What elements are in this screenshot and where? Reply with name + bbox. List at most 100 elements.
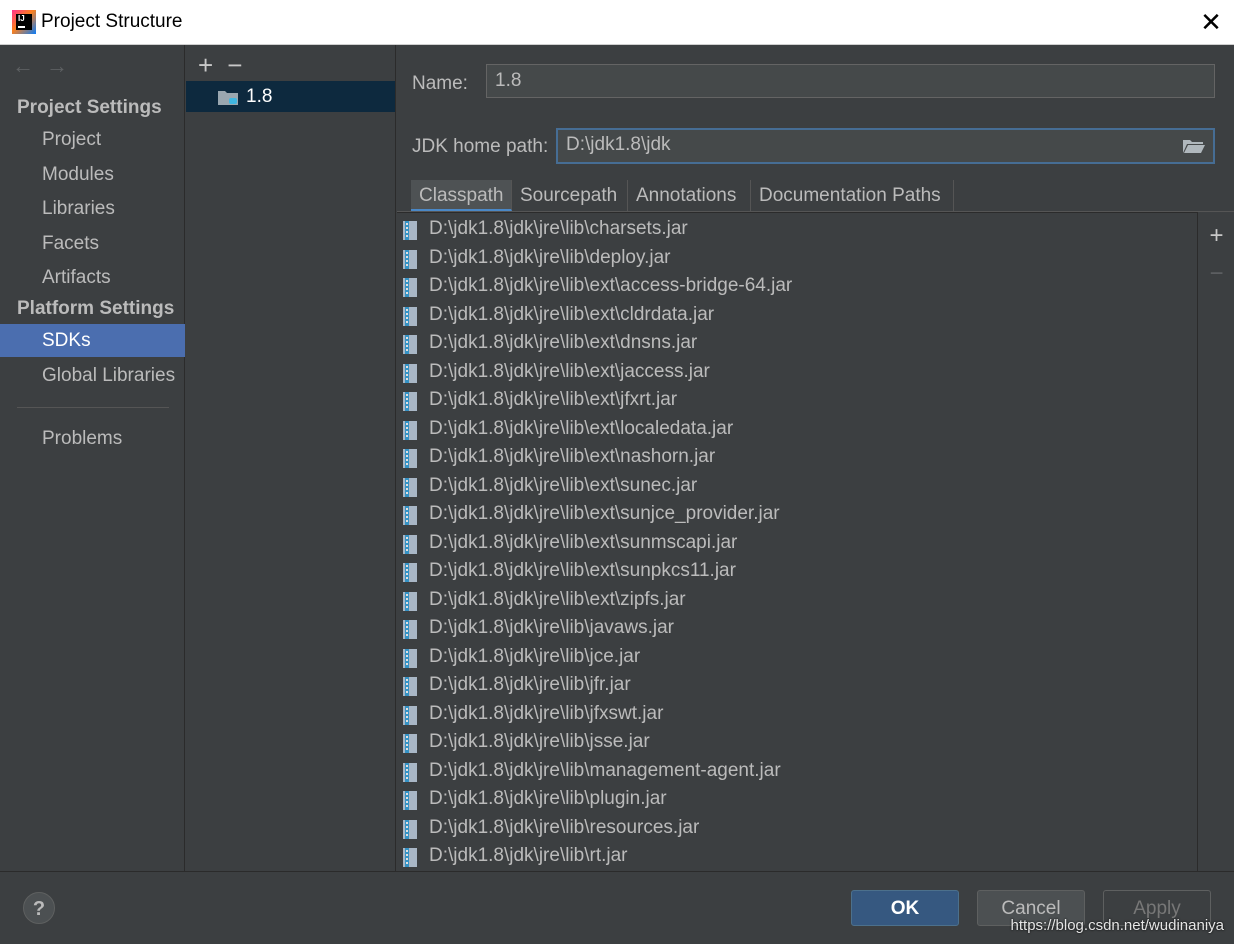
browse-folder-icon[interactable] [1183, 139, 1205, 153]
jar-archive-icon [403, 221, 417, 240]
sdk-list-item[interactable]: 1.8 [186, 81, 395, 112]
jar-archive-icon [403, 506, 417, 525]
classpath-row[interactable]: D:\jdk1.8\jdk\jre\lib\javaws.jar [397, 615, 1187, 643]
classpath-side-toolbar: + − [1197, 212, 1234, 871]
classpath-entry-text: D:\jdk1.8\jdk\jre\lib\ext\localedata.jar [429, 418, 734, 439]
dialog-button-bar: ? OK Cancel Apply https://blog.csdn.net/… [0, 871, 1234, 944]
classpath-list[interactable]: D:\jdk1.8\jdk\jre\lib\charsets.jar D:\jdk… [397, 212, 1197, 872]
classpath-row[interactable]: D:\jdk1.8\jdk\jre\lib\ext\localedata.jar [397, 416, 1187, 444]
classpath-row[interactable]: D:\jdk1.8\jdk\jre\lib\charsets.jar [397, 216, 1187, 244]
classpath-entry-text: D:\jdk1.8\jdk\jre\lib\ext\sunec.jar [429, 475, 698, 496]
classpath-row[interactable]: D:\jdk1.8\jdk\jre\lib\jfr.jar [397, 672, 1187, 700]
classpath-entry-text: D:\jdk1.8\jdk\jre\lib\ext\access-bridge-… [429, 275, 793, 296]
classpath-entry-text: D:\jdk1.8\jdk\jre\lib\ext\dnsns.jar [429, 332, 698, 353]
classpath-row[interactable]: D:\jdk1.8\jdk\jre\lib\plugin.jar [397, 786, 1187, 814]
classpath-entry-text: D:\jdk1.8\jdk\jre\lib\management-agent.j… [429, 760, 781, 781]
jar-archive-icon [403, 791, 417, 810]
classpath-entry-text: D:\jdk1.8\jdk\jre\lib\charsets.jar [429, 218, 688, 239]
jar-archive-icon [403, 307, 417, 326]
tab-classpath[interactable]: Classpath [411, 180, 512, 211]
classpath-row[interactable]: D:\jdk1.8\jdk\jre\lib\ext\cldrdata.jar [397, 302, 1187, 330]
classpath-row[interactable]: D:\jdk1.8\jdk\jre\lib\jsse.jar [397, 729, 1187, 757]
classpath-entry-text: D:\jdk1.8\jdk\jre\lib\jfxswt.jar [429, 703, 664, 724]
jar-archive-icon [403, 278, 417, 297]
history-arrows: ← → [12, 53, 80, 79]
classpath-entry-text: D:\jdk1.8\jdk\jre\lib\javaws.jar [429, 617, 674, 638]
nav-divider [17, 407, 169, 408]
watermark-url: https://blog.csdn.net/wudinaniya [1010, 917, 1224, 934]
jar-archive-icon [403, 620, 417, 639]
nav-item-global-libraries[interactable]: Global Libraries [0, 359, 185, 392]
classpath-row[interactable]: D:\jdk1.8\jdk\jre\lib\jfxswt.jar [397, 701, 1187, 729]
title-bar: IJ Project Structure ✕ [0, 0, 1234, 45]
classpath-row[interactable]: D:\jdk1.8\jdk\jre\lib\rt.jar [397, 843, 1187, 871]
sdk-toolbar: + − [198, 50, 256, 81]
classpath-entry-text: D:\jdk1.8\jdk\jre\lib\jsse.jar [429, 731, 650, 752]
jar-archive-icon [403, 677, 417, 696]
classpath-entry-text: D:\jdk1.8\jdk\jre\lib\ext\sunjce_provide… [429, 503, 780, 524]
add-path-button[interactable]: + [1198, 222, 1234, 250]
close-button[interactable]: ✕ [1188, 0, 1234, 44]
jdk-folder-icon [218, 91, 238, 105]
nav-item-sdks[interactable]: SDKs [0, 324, 185, 357]
jar-archive-icon [403, 763, 417, 782]
nav-item-problems[interactable]: Problems [0, 422, 185, 455]
add-sdk-button[interactable]: + [198, 50, 213, 80]
sdk-list-panel: + − 1.8 [186, 45, 396, 871]
jar-archive-icon [403, 364, 417, 383]
jar-archive-icon [403, 478, 417, 497]
classpath-entry-text: D:\jdk1.8\jdk\jre\lib\plugin.jar [429, 788, 667, 809]
jar-archive-icon [403, 421, 417, 440]
remove-sdk-button[interactable]: − [227, 50, 242, 80]
jar-archive-icon [403, 734, 417, 753]
classpath-row[interactable]: D:\jdk1.8\jdk\jre\lib\jce.jar [397, 644, 1187, 672]
nav-item-facets[interactable]: Facets [0, 227, 185, 260]
jdk-home-path-label: JDK home path: [412, 136, 549, 157]
classpath-row[interactable]: D:\jdk1.8\jdk\jre\lib\ext\access-bridge-… [397, 273, 1187, 301]
classpath-row[interactable]: D:\jdk1.8\jdk\jre\lib\ext\jaccess.jar [397, 359, 1187, 387]
classpath-row[interactable]: D:\jdk1.8\jdk\jre\lib\ext\nashorn.jar [397, 444, 1187, 472]
classpath-entry-text: D:\jdk1.8\jdk\jre\lib\ext\nashorn.jar [429, 446, 716, 467]
jar-archive-icon [403, 592, 417, 611]
jdk-home-path-value: D:\jdk1.8\jdk [566, 134, 671, 155]
jar-archive-icon [403, 449, 417, 468]
nav-item-modules[interactable]: Modules [0, 158, 185, 191]
name-label: Name: [412, 73, 468, 94]
jar-archive-icon [403, 820, 417, 839]
tab-sourcepath[interactable]: Sourcepath [512, 180, 628, 211]
jdk-home-path-field[interactable]: D:\jdk1.8\jdk [556, 128, 1215, 164]
classpath-row[interactable]: D:\jdk1.8\jdk\jre\lib\ext\zipfs.jar [397, 587, 1187, 615]
jar-archive-icon [403, 848, 417, 867]
classpath-entry-text: D:\jdk1.8\jdk\jre\lib\ext\jaccess.jar [429, 361, 710, 382]
platform-settings-header: Platform Settings [17, 298, 175, 319]
help-button[interactable]: ? [23, 892, 55, 924]
classpath-entry-text: D:\jdk1.8\jdk\jre\lib\rt.jar [429, 845, 628, 866]
classpath-row[interactable]: D:\jdk1.8\jdk\jre\lib\ext\sunjce_provide… [397, 501, 1187, 529]
classpath-row[interactable]: D:\jdk1.8\jdk\jre\lib\ext\dnsns.jar [397, 330, 1187, 358]
ok-button[interactable]: OK [851, 890, 959, 926]
classpath-entry-text: D:\jdk1.8\jdk\jre\lib\jfr.jar [429, 674, 631, 695]
nav-item-artifacts[interactable]: Artifacts [0, 261, 185, 294]
classpath-row[interactable]: D:\jdk1.8\jdk\jre\lib\ext\sunmscapi.jar [397, 530, 1187, 558]
classpath-row[interactable]: D:\jdk1.8\jdk\jre\lib\ext\jfxrt.jar [397, 387, 1187, 415]
classpath-row[interactable]: D:\jdk1.8\jdk\jre\lib\ext\sunec.jar [397, 473, 1187, 501]
classpath-entry-text: D:\jdk1.8\jdk\jre\lib\ext\sunpkcs11.jar [429, 560, 736, 581]
remove-path-button[interactable]: − [1198, 260, 1234, 288]
classpath-entry-text: D:\jdk1.8\jdk\jre\lib\ext\jfxrt.jar [429, 389, 678, 410]
window-title: Project Structure [41, 11, 183, 32]
jar-archive-icon [403, 563, 417, 582]
classpath-row[interactable]: D:\jdk1.8\jdk\jre\lib\ext\sunpkcs11.jar [397, 558, 1187, 586]
jar-archive-icon [403, 250, 417, 269]
tab-annotations[interactable]: Annotations [628, 180, 751, 211]
tab-documentation-paths[interactable]: Documentation Paths [751, 180, 954, 211]
back-arrow-icon[interactable]: ← [12, 53, 34, 78]
classpath-row[interactable]: D:\jdk1.8\jdk\jre\lib\management-agent.j… [397, 758, 1187, 786]
classpath-entry-text: D:\jdk1.8\jdk\jre\lib\ext\sunmscapi.jar [429, 532, 738, 553]
nav-item-libraries[interactable]: Libraries [0, 192, 185, 225]
classpath-row[interactable]: D:\jdk1.8\jdk\jre\lib\resources.jar [397, 815, 1187, 843]
classpath-entry-text: D:\jdk1.8\jdk\jre\lib\deploy.jar [429, 247, 671, 268]
forward-arrow-icon[interactable]: → [46, 53, 68, 78]
name-field[interactable]: 1.8 [486, 64, 1215, 98]
nav-item-project[interactable]: Project [0, 123, 185, 156]
classpath-row[interactable]: D:\jdk1.8\jdk\jre\lib\deploy.jar [397, 245, 1187, 273]
